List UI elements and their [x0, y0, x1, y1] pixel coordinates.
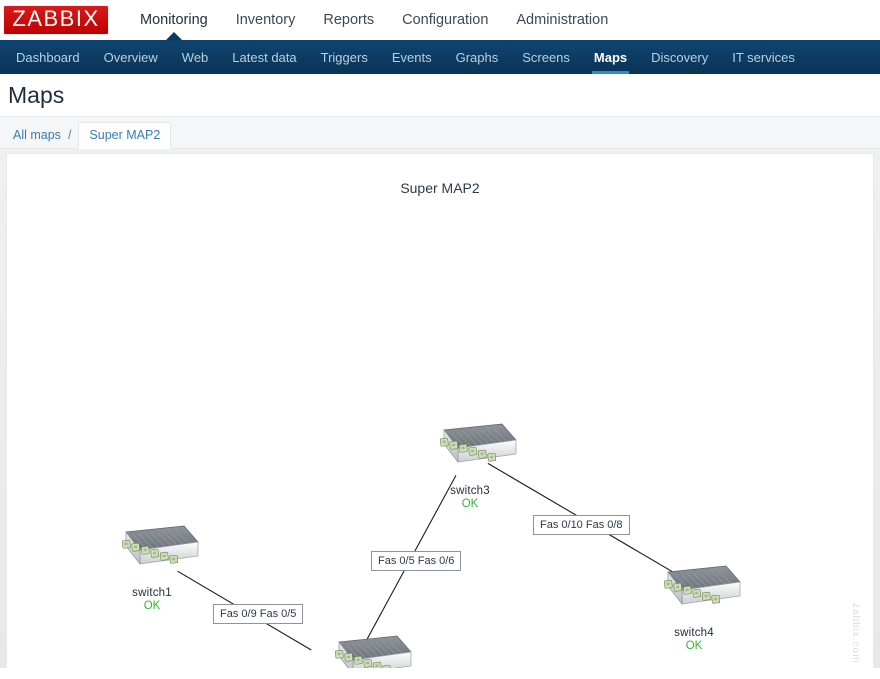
tab-label: Overview [103, 49, 158, 65]
map-node-label: switch4 [674, 627, 714, 639]
tab-label: Discovery [651, 49, 709, 65]
top-menu-item-reports[interactable]: Reports [309, 0, 388, 40]
map-node-switch3[interactable]: switch3 OK [420, 422, 520, 511]
tab-latest-data[interactable]: Latest data [220, 40, 308, 74]
map-node-status: OK [143, 600, 161, 612]
tab-dashboard[interactable]: Dashboard [4, 40, 92, 74]
tab-it-services[interactable]: IT services [720, 40, 807, 74]
tab-screens[interactable]: Screens [510, 40, 582, 74]
map-node-status: OK [685, 640, 703, 652]
top-menu-label: Configuration [402, 12, 489, 28]
tab-maps[interactable]: Maps [582, 40, 639, 74]
map-link-label-switch3-switch4[interactable]: Fas 0/10 Fas 0/8 [533, 515, 630, 535]
map-node-switch1[interactable]: switch1 OK [102, 524, 202, 613]
top-menu-item-inventory[interactable]: Inventory [222, 0, 310, 40]
tab-label: Web [181, 49, 209, 65]
top-menu-label: Administration [516, 12, 609, 28]
top-header: ZABBIX Monitoring Inventory Reports Conf… [0, 0, 880, 41]
tab-label: Dashboard [16, 49, 80, 65]
top-menu-label: Reports [323, 12, 375, 28]
map-node-status: OK [461, 498, 479, 510]
map-area: Super MAP2 switch1 OK switch3 OK switch4… [0, 149, 880, 668]
network-switch-icon [439, 423, 517, 464]
tab-label: IT services [732, 49, 795, 65]
map-node-label: switch3 [450, 485, 490, 497]
tab-graphs[interactable]: Graphs [444, 40, 511, 74]
secondary-nav: Dashboard Overview Web Latest data Trigg… [0, 40, 880, 74]
zabbix-watermark: zabbix.com [850, 603, 861, 664]
tab-label: Graphs [455, 49, 499, 65]
top-menu-label: Monitoring [140, 12, 208, 28]
network-switch-icon [121, 525, 199, 566]
network-switch-icon [663, 565, 741, 606]
map-canvas[interactable]: Super MAP2 switch1 OK switch3 OK switch4… [6, 153, 874, 668]
tab-label: Screens [522, 49, 570, 65]
tab-label: Maps [593, 49, 628, 65]
map-link-label-switch2-switch3[interactable]: Fas 0/5 Fas 0/6 [371, 551, 462, 571]
zabbix-logo[interactable]: ZABBIX [4, 6, 108, 34]
map-node-label: switch1 [132, 587, 172, 599]
tab-overview[interactable]: Overview [92, 40, 170, 74]
tab-web[interactable]: Web [170, 40, 221, 74]
top-menu-item-monitoring[interactable]: Monitoring [126, 0, 222, 41]
tab-label: Triggers [320, 49, 368, 65]
map-link-label-switch1-switch2[interactable]: Fas 0/9 Fas 0/5 [213, 604, 304, 624]
breadcrumb-separator: / [67, 128, 72, 142]
page-title: Maps [8, 81, 65, 108]
primary-nav: Monitoring Inventory Reports Configurati… [126, 0, 622, 41]
tab-discovery[interactable]: Discovery [639, 40, 720, 74]
breadcrumb-current-map[interactable]: Super MAP2 [78, 122, 172, 149]
top-menu-item-administration[interactable]: Administration [502, 0, 622, 40]
top-menu-label: Inventory [235, 12, 296, 28]
tab-triggers[interactable]: Triggers [309, 40, 380, 74]
tab-label: Latest data [232, 49, 297, 65]
breadcrumb-all-maps-link[interactable]: All maps [13, 128, 61, 148]
map-node-switch2[interactable]: switch2 OK [315, 634, 415, 668]
map-node-switch4[interactable]: switch4 OK [644, 564, 744, 653]
zabbix-logo-text: ZABBIX [12, 6, 100, 31]
network-switch-icon [334, 635, 412, 668]
page-title-bar: Maps [0, 74, 880, 116]
tab-events[interactable]: Events [380, 40, 444, 74]
breadcrumb: All maps / Super MAP2 [0, 116, 880, 149]
tab-label: Events [391, 49, 432, 65]
top-menu-item-configuration[interactable]: Configuration [388, 0, 502, 40]
